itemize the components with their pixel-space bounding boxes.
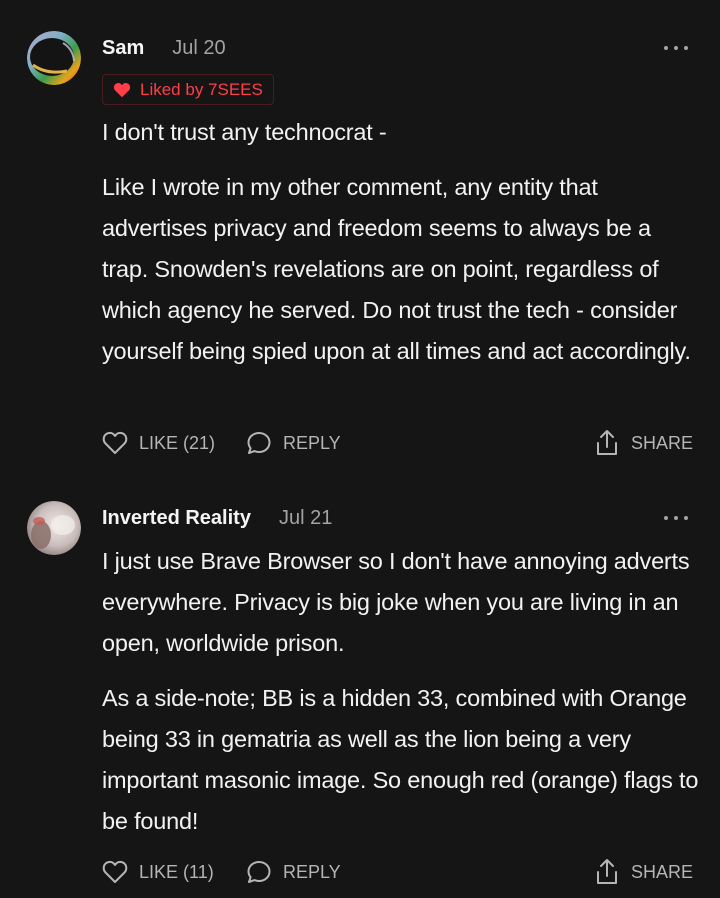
comment-actions: LIKE (21) REPLY SHARE	[102, 428, 694, 458]
comment-date[interactable]: Jul 21	[279, 507, 332, 530]
avatar[interactable]	[27, 31, 81, 85]
liked-by-label: Liked by 7SEES	[140, 79, 263, 99]
speech-bubble-icon	[246, 430, 272, 456]
heart-outline-icon	[102, 860, 128, 884]
comment-paragraph: Like I wrote in my other comment, any en…	[102, 174, 691, 364]
speech-bubble-icon	[246, 859, 272, 885]
comment-body: I don't trust any technocrat - Like I wr…	[102, 112, 702, 372]
avatar[interactable]	[27, 501, 81, 555]
like-label: LIKE (11)	[139, 861, 214, 882]
share-icon	[594, 858, 620, 886]
reply-button[interactable]: REPLY	[246, 428, 341, 458]
comment-paragraph: I don't trust any technocrat -	[102, 119, 387, 145]
heart-outline-icon	[102, 431, 128, 455]
reply-label: REPLY	[283, 432, 341, 453]
like-button[interactable]: LIKE (21)	[102, 428, 215, 458]
comment-date[interactable]: Jul 20	[172, 37, 225, 60]
share-label: SHARE	[631, 861, 694, 882]
like-label: LIKE (21)	[139, 432, 216, 453]
share-button[interactable]: SHARE	[594, 428, 693, 458]
reply-button[interactable]: REPLY	[246, 857, 341, 887]
comment-paragraph: As a side-note; BB is a hidden 33, combi…	[102, 685, 699, 834]
reply-label: REPLY	[283, 861, 341, 882]
comment-body: I just use Brave Browser so I don't have…	[102, 541, 702, 842]
more-options-icon[interactable]	[664, 42, 688, 54]
share-label: SHARE	[631, 432, 694, 453]
more-options-icon[interactable]	[664, 512, 688, 524]
comment-author[interactable]: Inverted Reality	[102, 507, 251, 530]
comment-author[interactable]: Sam	[102, 37, 144, 60]
heart-filled-icon	[113, 82, 131, 98]
comment-paragraph: I just use Brave Browser so I don't have…	[102, 548, 690, 656]
comment-actions: LIKE (11) REPLY SHARE	[102, 857, 694, 887]
share-icon	[594, 429, 620, 457]
liked-by-badge: Liked by 7SEES	[102, 74, 274, 105]
share-button[interactable]: SHARE	[594, 857, 693, 887]
like-button[interactable]: LIKE (11)	[102, 857, 214, 887]
